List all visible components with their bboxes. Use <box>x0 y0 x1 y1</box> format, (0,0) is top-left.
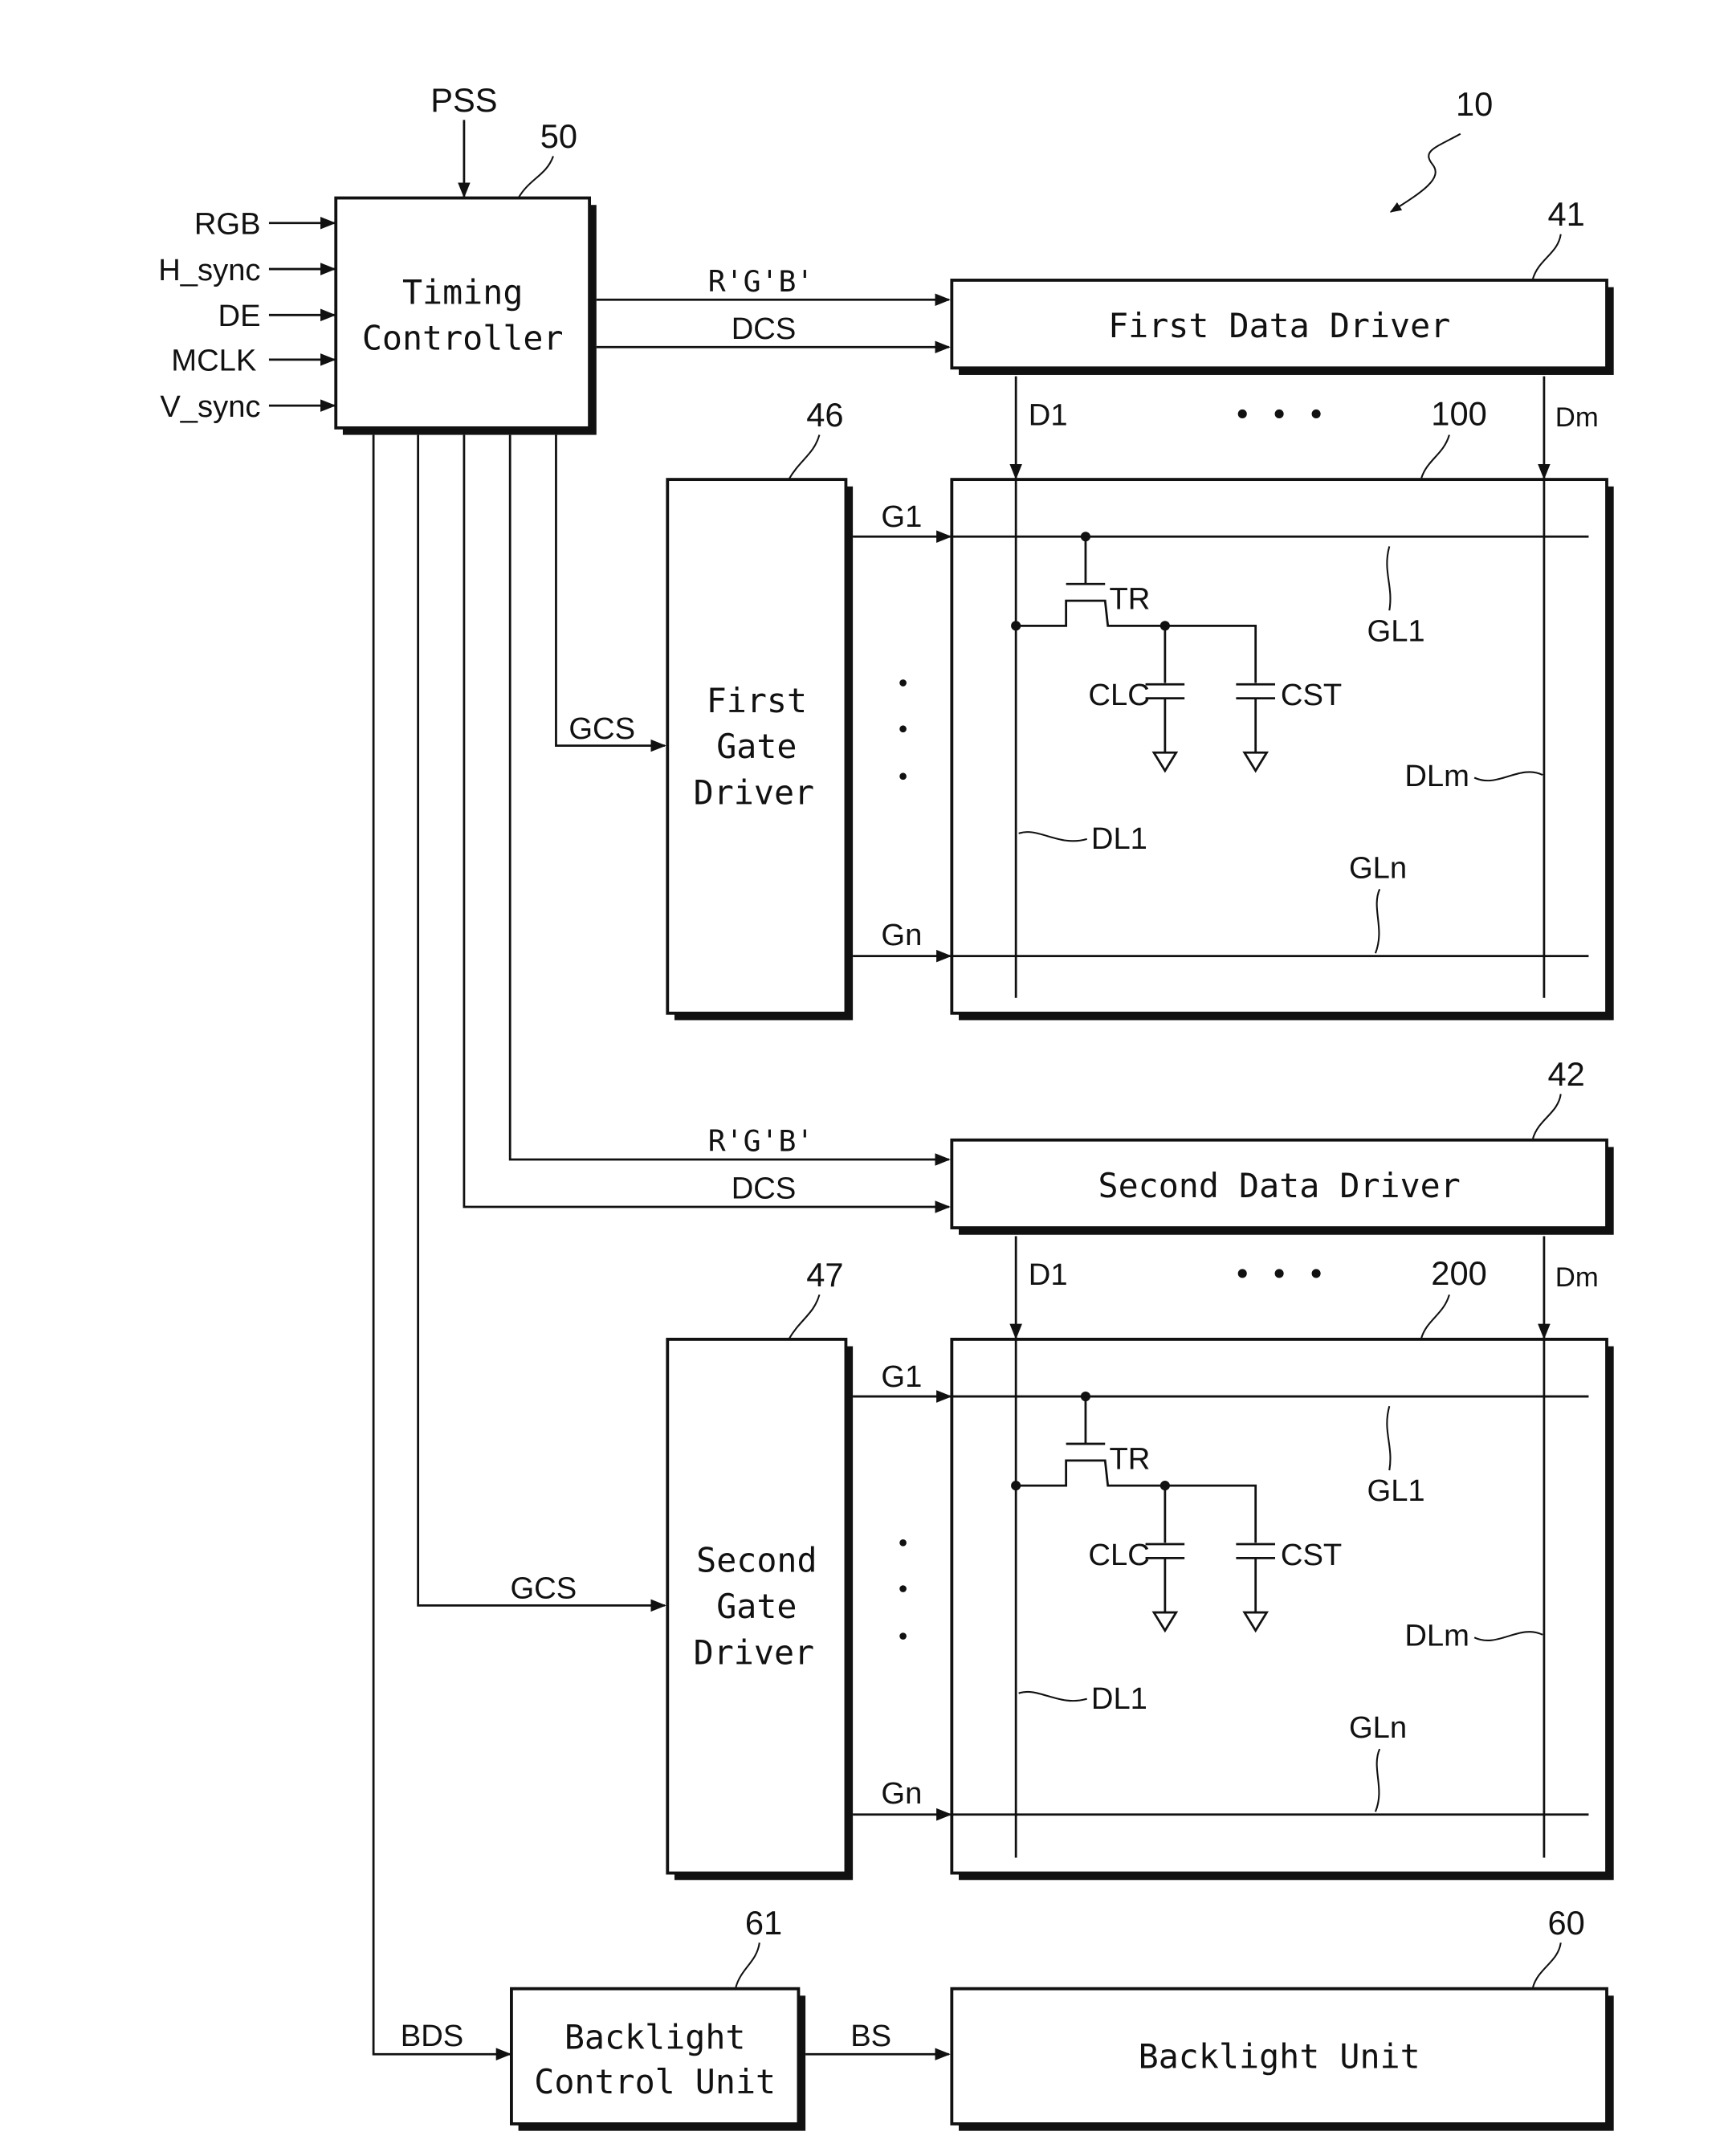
p1-gn: Gn <box>881 918 922 952</box>
p2-gn: Gn <box>881 1776 922 1811</box>
fdd-label: First Data Driver <box>1108 306 1450 345</box>
tc-inputs: RGB H_sync DE MCLK V_sync <box>158 207 336 424</box>
fgd-ref: 46 <box>806 396 843 434</box>
dcs-label-2: DCS <box>732 1172 797 1206</box>
bcu-label-2: Control Unit <box>534 2062 776 2101</box>
dcs-label-1: DCS <box>732 312 797 346</box>
tc-ref-leader <box>517 156 554 199</box>
gcs-wire-1 <box>555 434 666 752</box>
p1-dots: • • • <box>1233 397 1326 433</box>
fdd-ref-leader <box>1532 234 1562 279</box>
second-data-driver: Second Data Driver <box>950 1138 1614 1235</box>
p2-gl1: GL1 <box>1367 1473 1425 1508</box>
p1-clc: CLC <box>1088 678 1149 712</box>
first-data-driver: First Data Driver <box>950 279 1614 375</box>
input-hsync: H_sync <box>158 253 260 287</box>
input-rgb: RGB <box>194 207 261 242</box>
p2-cst: CST <box>1281 1538 1342 1572</box>
tc-wires <box>372 434 951 2060</box>
p2-ref: 200 <box>1431 1254 1486 1292</box>
blu-ref: 60 <box>1548 1904 1585 1942</box>
panel-2: D1 • • • 200 Dm TR CLC CST GL1 DLm DL1 G… <box>950 1236 1614 1881</box>
bs-label: BS <box>850 2019 891 2053</box>
sgd-ref: 47 <box>806 1256 843 1294</box>
tc-label-2: Controller <box>362 319 564 358</box>
tc-ref: 50 <box>540 117 577 155</box>
backlight-control-unit: Backlight Control Unit <box>510 1987 806 2131</box>
input-de: DE <box>218 299 261 333</box>
second-gate-driver: Second Gate Driver <box>666 1337 854 1881</box>
p2-dl1: DL1 <box>1091 1681 1147 1716</box>
p1-gln: GLn <box>1349 850 1407 885</box>
sdd-ref-leader <box>1532 1094 1562 1139</box>
p1-dl1: DL1 <box>1091 821 1147 856</box>
sgd-label-1: Second <box>696 1541 817 1580</box>
p1-dm: Dm <box>1555 402 1599 433</box>
fgd-ref-leader <box>788 434 821 480</box>
figure-ref-arrow <box>1389 132 1461 213</box>
gcs-wire-2 <box>417 434 666 1612</box>
bcu-ref-leader <box>735 1942 760 1988</box>
bds-label: BDS <box>401 2019 463 2053</box>
p1-d1: D1 <box>1029 397 1068 432</box>
input-vsync: V_sync <box>160 389 260 424</box>
bds-wire <box>372 434 512 2060</box>
p2-dlm: DLm <box>1404 1619 1469 1653</box>
p2-d1: D1 <box>1029 1257 1068 1292</box>
p1-gl1: GL1 <box>1367 613 1425 648</box>
p2-dots: • • • <box>1233 1257 1326 1293</box>
fdd-ref: 41 <box>1548 195 1585 233</box>
p2-tr: TR <box>1109 1441 1150 1476</box>
blu-ref-leader <box>1532 1942 1562 1988</box>
timing-controller: Timing Controller <box>334 196 597 435</box>
bcu-label-1: Backlight <box>564 2017 746 2056</box>
fgd-label-2: Gate <box>716 727 797 766</box>
pss-label: PSS <box>430 81 497 119</box>
p2-dm: Dm <box>1555 1262 1599 1293</box>
bcu-ref: 61 <box>745 1904 782 1942</box>
fgd-label-1: First <box>707 681 807 720</box>
p2-g1: G1 <box>881 1359 922 1394</box>
backlight-unit: Backlight Unit <box>950 1987 1614 2131</box>
p1-tr: TR <box>1109 582 1150 617</box>
p1-dlm: DLm <box>1404 759 1469 793</box>
p2-clc: CLC <box>1088 1538 1149 1572</box>
p2-gln: GLn <box>1349 1710 1407 1745</box>
rgb-label-1: R'G'B' <box>708 264 814 299</box>
blu-label: Backlight Unit <box>1139 2037 1420 2077</box>
p1-g1: G1 <box>881 499 922 534</box>
rgb-label-2: R'G'B' <box>708 1124 814 1159</box>
first-gate-driver: First Gate Driver <box>666 478 854 1021</box>
input-mclk: MCLK <box>171 344 257 378</box>
sdd-label: Second Data Driver <box>1098 1166 1461 1205</box>
gcs-label-2: GCS <box>510 1571 577 1606</box>
panel-1: D1 • • • 100 Dm TR CLC CST GL1 DLm DL1 G… <box>950 376 1614 1021</box>
fgd-label-3: Driver <box>694 772 814 812</box>
p1-cst: CST <box>1281 678 1342 712</box>
sgd-ref-leader <box>788 1294 821 1340</box>
sgd-label-2: Gate <box>716 1587 797 1626</box>
p1-ref: 100 <box>1431 394 1486 432</box>
gcs-label-1: GCS <box>569 711 635 746</box>
figure-ref: 10 <box>1456 85 1493 123</box>
block-diagram: 10 Timing Controller 50 PSS RGB H_sync D… <box>158 81 1614 2131</box>
sgd-label-3: Driver <box>694 1632 814 1672</box>
tc-label-1: Timing <box>402 272 523 312</box>
sdd-ref: 42 <box>1548 1055 1585 1093</box>
